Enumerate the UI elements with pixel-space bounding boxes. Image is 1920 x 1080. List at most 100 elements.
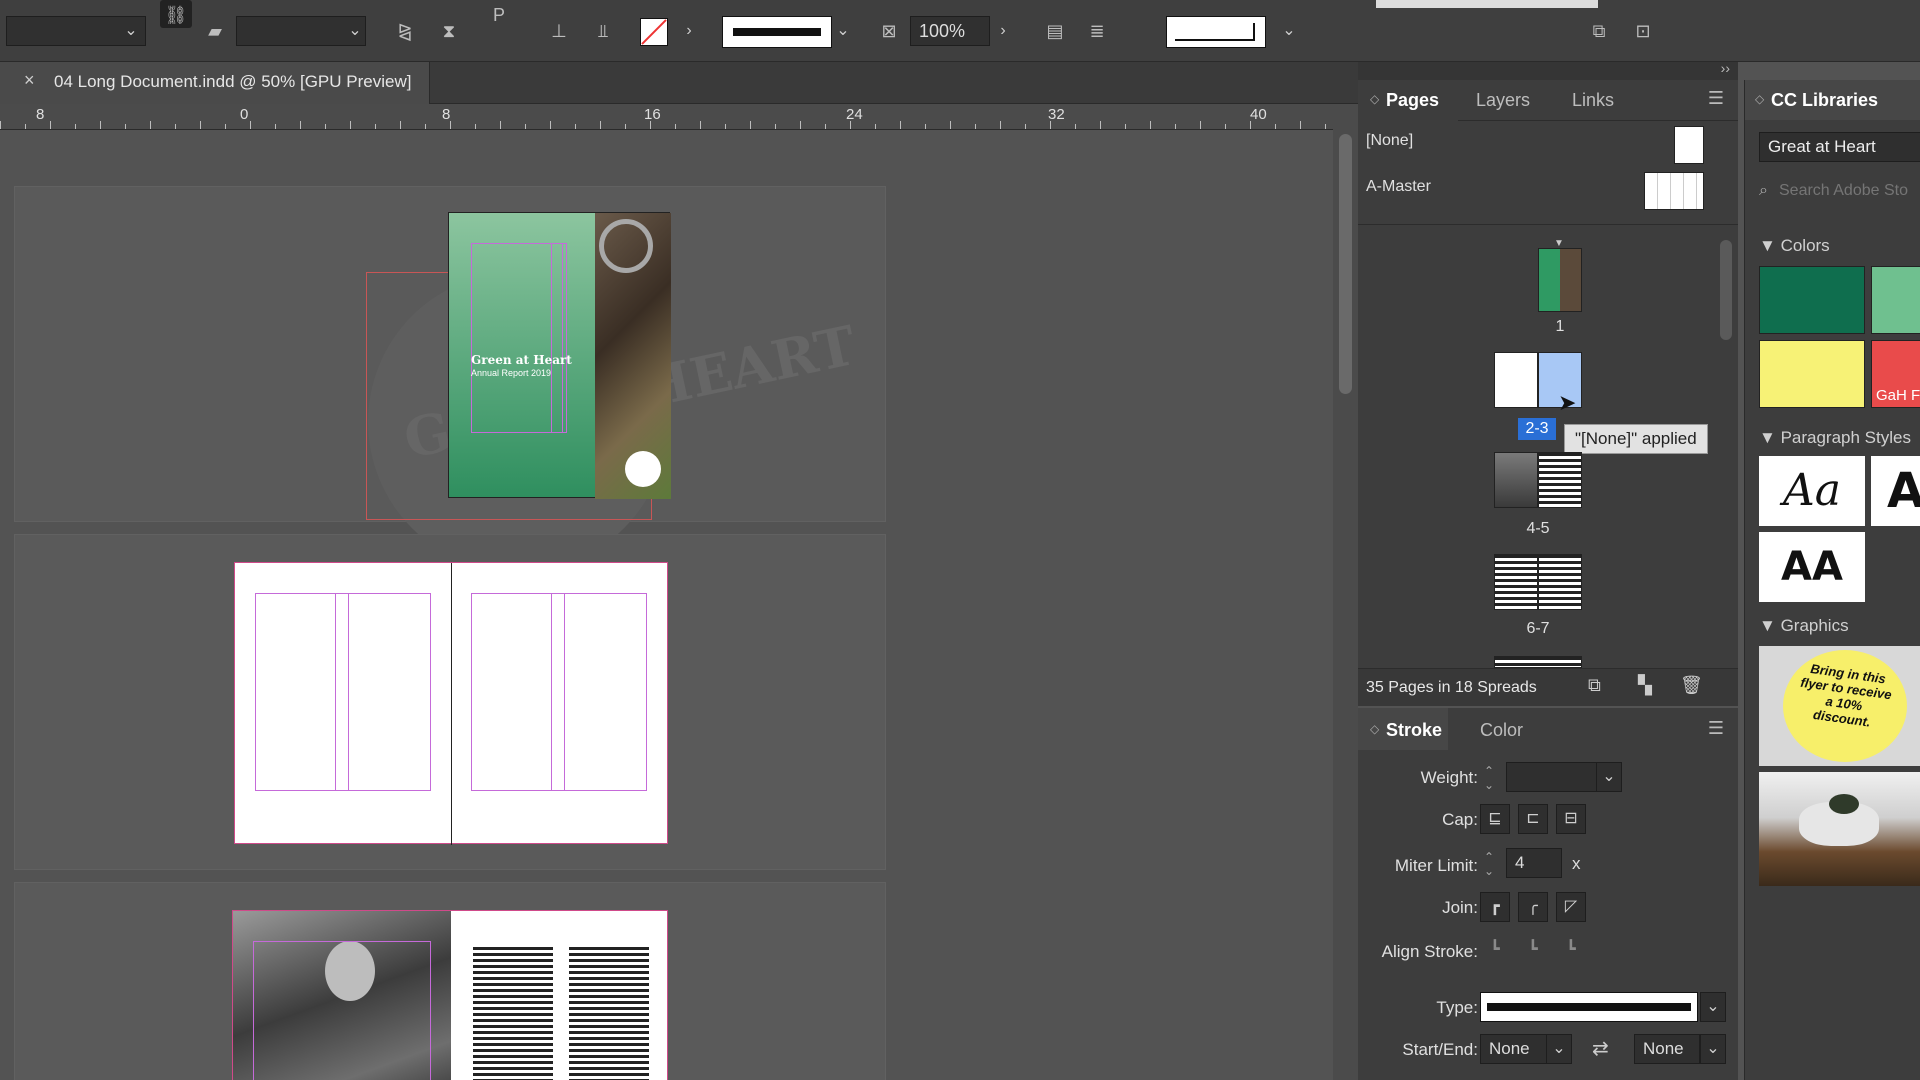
ruler-tick (800, 121, 801, 129)
page-4-thumb[interactable] (1494, 452, 1538, 508)
color-swatch[interactable] (1759, 266, 1865, 334)
flip-horizontal-icon[interactable]: ⧎ (390, 16, 420, 46)
distribute-icon[interactable]: ⊥ (544, 16, 574, 46)
align-outside-stroke-icon[interactable]: ┗ (1556, 936, 1586, 966)
frame-style-field[interactable] (1166, 16, 1266, 48)
flip-vertical-icon[interactable]: ⧗ (434, 16, 464, 46)
stroke-none-swatch[interactable] (640, 18, 668, 46)
page-number[interactable]: 6-7 (1494, 620, 1582, 638)
reference-point-icon[interactable]: P (484, 0, 514, 30)
graphics-section-toggle[interactable]: ▼ Graphics (1759, 616, 1849, 636)
chevron-down-icon[interactable]: ⌄ (1700, 992, 1726, 1022)
tab-stroke[interactable]: Stroke (1386, 710, 1442, 750)
tab-color[interactable]: Color (1480, 710, 1523, 750)
cc-libraries-title[interactable]: CC Libraries (1771, 90, 1878, 111)
page-number[interactable]: 1 (1538, 318, 1582, 336)
miter-field[interactable]: 4 (1506, 848, 1562, 878)
chain-link-icon[interactable]: ⛓ (160, 0, 192, 28)
master-a-thumb[interactable] (1644, 172, 1704, 210)
panel-menu-icon[interactable]: ☰ (1708, 718, 1724, 739)
butt-cap-icon[interactable]: ⊑ (1480, 804, 1510, 834)
auto-fit-icon[interactable]: ⊡ (1628, 16, 1658, 46)
stroke-style-field[interactable] (722, 16, 832, 48)
chevron-down-icon[interactable]: ⌄ (1700, 1034, 1726, 1064)
chevron-right-icon[interactable]: › (990, 16, 1016, 46)
page-8-9-thumb[interactable] (1494, 656, 1582, 668)
stroke-type-field[interactable] (1480, 992, 1698, 1022)
weight-stepper-icon[interactable]: ⌃ ⌄ (1484, 764, 1494, 792)
paragraph-style-sample[interactable]: A (1871, 456, 1920, 526)
chevron-down-icon[interactable]: ⌄ (1276, 16, 1302, 46)
paragraph-style-sample[interactable]: Aa (1759, 456, 1865, 526)
scale-icon[interactable]: ⊠ (874, 16, 904, 46)
panel-grip-icon[interactable]: ◇ (1755, 92, 1764, 106)
bevel-join-icon[interactable]: ◸ (1556, 892, 1586, 922)
page-6-thumb[interactable] (1494, 554, 1538, 610)
miter-join-icon[interactable]: ┏ (1480, 892, 1510, 922)
scrollbar-thumb[interactable] (1339, 134, 1352, 394)
collapse-panels-icon[interactable]: ›› (1721, 60, 1730, 76)
tab-pages[interactable]: Pages (1386, 80, 1439, 120)
master-none-thumb[interactable] (1674, 126, 1704, 164)
cap-label: Cap: (1442, 810, 1478, 829)
color-swatch[interactable] (1871, 266, 1920, 334)
tab-links[interactable]: Links (1572, 80, 1614, 120)
panel-menu-icon[interactable]: ☰ (1708, 88, 1724, 109)
master-none[interactable]: [None] (1366, 132, 1413, 150)
align-objects-icon[interactable]: ⫫ (588, 16, 618, 46)
vertical-scrollbar[interactable] (1333, 104, 1358, 1080)
cover-page[interactable]: Green at Heart Annual Report 2019 (448, 212, 671, 499)
tab-layers[interactable]: Layers (1476, 80, 1530, 120)
round-cap-icon[interactable]: ⊏ (1518, 804, 1548, 834)
panel-grip-icon[interactable]: ◇ (1370, 92, 1379, 106)
search-input[interactable] (1779, 178, 1920, 204)
shear-icon[interactable]: ▰ (200, 16, 230, 46)
start-field[interactable]: None (1480, 1034, 1548, 1064)
text-wrap-icon[interactable]: ▤ (1040, 16, 1070, 46)
page-7-thumb[interactable] (1538, 554, 1582, 610)
page-2-thumb[interactable] (1494, 352, 1538, 408)
chevron-down-icon[interactable]: ⌄ (118, 16, 144, 46)
colors-section-toggle[interactable]: ▼ Colors (1759, 236, 1830, 256)
flyer-graphic[interactable]: Bring in this flyer to receive a 10% dis… (1759, 646, 1920, 766)
color-swatch[interactable] (1759, 340, 1865, 408)
miter-stepper-icon[interactable]: ⌃ ⌄ (1484, 850, 1494, 878)
chevron-down-icon[interactable]: ⌄ (342, 16, 368, 46)
projecting-cap-icon[interactable]: ⊟ (1556, 804, 1586, 834)
color-swatch[interactable]: GaH F (1871, 340, 1920, 408)
ruler-tick (1225, 124, 1226, 129)
page-number-selected[interactable]: 2-3 (1518, 418, 1556, 440)
ruler-tick (1175, 124, 1176, 129)
paragraph-styles-toggle[interactable]: ▼ Paragraph Styles (1759, 428, 1911, 448)
align-center-icon[interactable]: ≣ (1082, 16, 1112, 46)
end-field[interactable]: None (1634, 1034, 1700, 1064)
page-number[interactable]: 4-5 (1494, 520, 1582, 538)
food-photo-graphic[interactable] (1759, 772, 1920, 886)
close-tab-icon[interactable]: × (24, 70, 35, 91)
new-page-icon[interactable]: ▚ (1638, 675, 1652, 696)
paragraph-style-sample[interactable]: AA (1759, 532, 1865, 602)
chevron-down-icon[interactable]: ⌄ (1546, 1034, 1572, 1064)
round-join-icon[interactable]: ╭ (1518, 892, 1548, 922)
spread-4-5-pages[interactable] (232, 910, 668, 1080)
swap-arrows-icon[interactable]: ⇄ (1592, 1036, 1609, 1061)
edit-page-size-icon[interactable]: ⧉ (1588, 675, 1601, 696)
fit-frame-icon[interactable]: ⧉ (1584, 16, 1614, 46)
panel-grip-icon[interactable]: ◇ (1370, 722, 1379, 736)
quick-apply-field[interactable] (1376, 0, 1598, 8)
spread-2-3-pages[interactable] (234, 562, 668, 845)
align-center-stroke-icon[interactable]: ┗ (1480, 936, 1510, 966)
pasteboard[interactable]: GREEN HEART Green at Heart Annual Report… (0, 130, 1333, 1080)
master-a[interactable]: A-Master (1366, 178, 1431, 196)
chevron-right-icon[interactable]: › (676, 16, 702, 46)
trash-icon[interactable]: 🗑 (1680, 675, 1703, 696)
pages-scrollbar-thumb[interactable] (1720, 240, 1732, 340)
chevron-down-icon[interactable]: ⌄ (830, 16, 856, 46)
zoom-percent-field[interactable]: 100% (910, 16, 990, 46)
align-inside-stroke-icon[interactable]: ┗ (1518, 936, 1548, 966)
page-5-thumb[interactable] (1538, 452, 1582, 508)
document-tab[interactable]: × 04 Long Document.indd @ 50% [GPU Previ… (0, 62, 430, 104)
page-1-thumb[interactable] (1538, 248, 1582, 312)
chevron-down-icon[interactable]: ⌄ (1596, 762, 1622, 792)
library-dropdown[interactable]: Great at Heart (1759, 132, 1920, 162)
